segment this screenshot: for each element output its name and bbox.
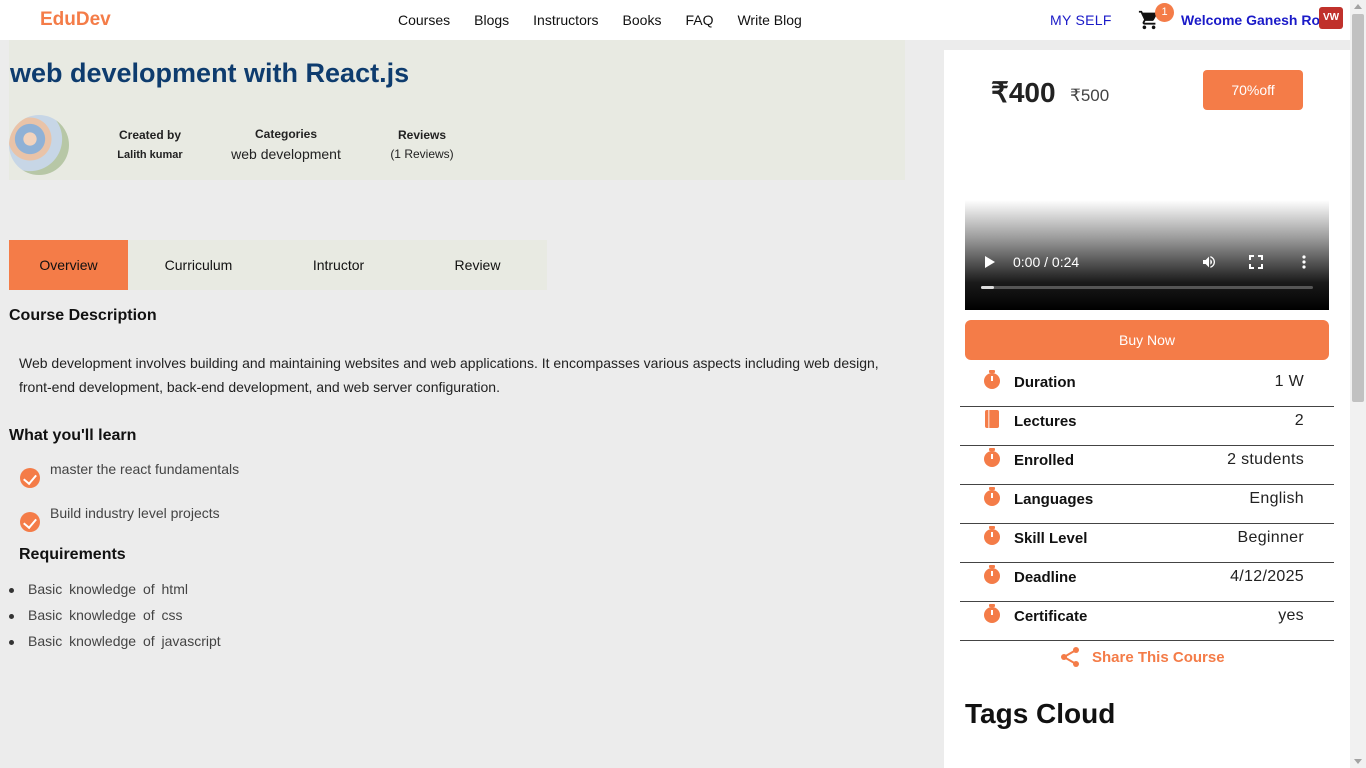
- created-by-value[interactable]: Lalith kumar: [105, 149, 195, 161]
- course-tabs: Overview Curriculum Intructor Review: [9, 240, 547, 290]
- volume-icon[interactable]: [1201, 254, 1217, 270]
- bullet-icon: [9, 587, 14, 593]
- main-nav: Courses Blogs Instructors Books FAQ Writ…: [398, 12, 826, 28]
- info-label: Duration: [1014, 374, 1076, 391]
- nav-instructors[interactable]: Instructors: [533, 12, 598, 28]
- timer-icon: [984, 448, 1000, 467]
- info-row-languages: Languages English: [960, 485, 1334, 524]
- scroll-up-arrow-icon[interactable]: [1354, 4, 1362, 9]
- buy-now-button[interactable]: Buy Now: [965, 320, 1329, 360]
- timer-icon: [984, 370, 1000, 389]
- requirement-item: Basic knowledge of javascript: [9, 633, 221, 649]
- video-progress: [981, 286, 995, 289]
- learn-item: Build industry level projects: [20, 505, 220, 532]
- info-label: Skill Level: [1014, 530, 1088, 547]
- play-icon[interactable]: [985, 256, 995, 268]
- bullet-icon: [9, 639, 14, 645]
- categories-label: Categories: [254, 127, 318, 141]
- requirement-text: Basic knowledge of css: [28, 607, 183, 623]
- learn-item-text: Build industry level projects: [50, 505, 220, 521]
- book-icon: [985, 410, 999, 428]
- info-row-deadline: Deadline 4/12/2025: [960, 563, 1334, 602]
- nav-blogs[interactable]: Blogs: [474, 12, 509, 28]
- info-value: 4/12/2025: [1230, 568, 1304, 585]
- course-description: Web development involves building and ma…: [19, 355, 879, 395]
- site-logo[interactable]: EduDev: [40, 9, 111, 31]
- nav-faq[interactable]: FAQ: [685, 12, 713, 28]
- requirements-heading: Requirements: [19, 546, 126, 563]
- learn-item-text: master the react fundamentals: [50, 461, 240, 477]
- tab-overview[interactable]: Overview: [9, 240, 128, 290]
- created-by-label: Created by: [118, 128, 182, 142]
- requirement-item: Basic knowledge of css: [9, 607, 183, 623]
- course-sidebar: ₹400 ₹500 70%off 0:00 / 0:24 Buy Now Dur…: [944, 50, 1350, 768]
- cart-count-badge: 1: [1155, 3, 1174, 22]
- instructor-avatar: [9, 115, 69, 175]
- share-label: Share This Course: [1092, 648, 1225, 666]
- video-time: 0:00 / 0:24: [1013, 254, 1080, 270]
- learn-item: master the react fundamentals: [20, 461, 239, 488]
- timer-icon: [984, 487, 1000, 506]
- share-icon: [1061, 647, 1079, 667]
- timer-icon: [984, 604, 1000, 623]
- info-value: English: [1249, 490, 1304, 507]
- tab-curriculum[interactable]: Curriculum: [128, 240, 269, 290]
- my-self-link[interactable]: MY SELF: [1050, 12, 1112, 28]
- course-title: web development with React.js: [10, 58, 410, 88]
- timer-icon: [984, 565, 1000, 584]
- tab-review[interactable]: Review: [408, 240, 547, 290]
- description-heading: Course Description: [9, 307, 157, 324]
- reviews-label: Reviews: [397, 128, 447, 142]
- info-label: Languages: [1014, 491, 1094, 508]
- reviews-count[interactable]: (1 Reviews): [377, 147, 467, 161]
- info-label: Lectures: [1014, 413, 1077, 430]
- nav-books[interactable]: Books: [623, 12, 662, 28]
- category-value[interactable]: web development: [221, 146, 351, 162]
- bullet-icon: [9, 613, 14, 619]
- requirement-text: Basic knowledge of javascript: [28, 633, 221, 649]
- tab-instructor[interactable]: Intructor: [269, 240, 408, 290]
- info-row-certificate: Certificate yes: [960, 602, 1334, 641]
- info-row-lectures: Lectures 2: [960, 407, 1334, 446]
- info-value: 1 W: [1274, 373, 1304, 390]
- extension-badge[interactable]: VW: [1319, 7, 1343, 29]
- page-scrollbar[interactable]: [1350, 0, 1366, 768]
- discount-badge: 70%off: [1203, 70, 1303, 110]
- more-options-icon[interactable]: [1302, 255, 1306, 269]
- top-navbar: EduDev Courses Blogs Instructors Books F…: [0, 0, 1350, 40]
- nav-write-blog[interactable]: Write Blog: [737, 12, 801, 28]
- info-value: 2 students: [1227, 451, 1304, 468]
- share-course-button[interactable]: Share This Course: [1060, 646, 1225, 668]
- info-row-skill-level: Skill Level Beginner: [960, 524, 1334, 563]
- info-value: yes: [1278, 607, 1304, 624]
- info-label: Deadline: [1014, 569, 1077, 586]
- info-row-duration: Duration 1 W: [960, 368, 1334, 407]
- created-by-block: Created by Lalith kumar: [105, 128, 195, 161]
- learn-heading: What you'll learn: [9, 427, 137, 444]
- course-hero: web development with React.js Created by…: [9, 40, 905, 180]
- info-row-enrolled: Enrolled 2 students: [960, 446, 1334, 485]
- current-price: ₹400: [991, 77, 1056, 108]
- info-value: 2: [1294, 412, 1304, 429]
- check-icon: [20, 468, 40, 488]
- fullscreen-icon[interactable]: [1249, 255, 1263, 269]
- info-label: Certificate: [1014, 608, 1088, 625]
- requirement-text: Basic knowledge of html: [28, 581, 188, 597]
- info-label: Enrolled: [1014, 452, 1075, 469]
- categories-block: Categories web development: [221, 127, 351, 162]
- info-value: Beginner: [1237, 529, 1304, 546]
- check-icon: [20, 512, 40, 532]
- original-price: ₹500: [1070, 86, 1110, 105]
- timer-icon: [984, 526, 1000, 545]
- scroll-thumb[interactable]: [1352, 14, 1364, 402]
- scroll-down-arrow-icon[interactable]: [1354, 759, 1362, 764]
- requirement-item: Basic knowledge of html: [9, 581, 188, 597]
- tags-cloud-heading: Tags Cloud: [965, 698, 1116, 729]
- nav-courses[interactable]: Courses: [398, 12, 450, 28]
- video-seek-bar[interactable]: [981, 286, 1313, 289]
- course-video-player[interactable]: 0:00 / 0:24: [965, 200, 1329, 310]
- reviews-block: Reviews (1 Reviews): [377, 128, 467, 161]
